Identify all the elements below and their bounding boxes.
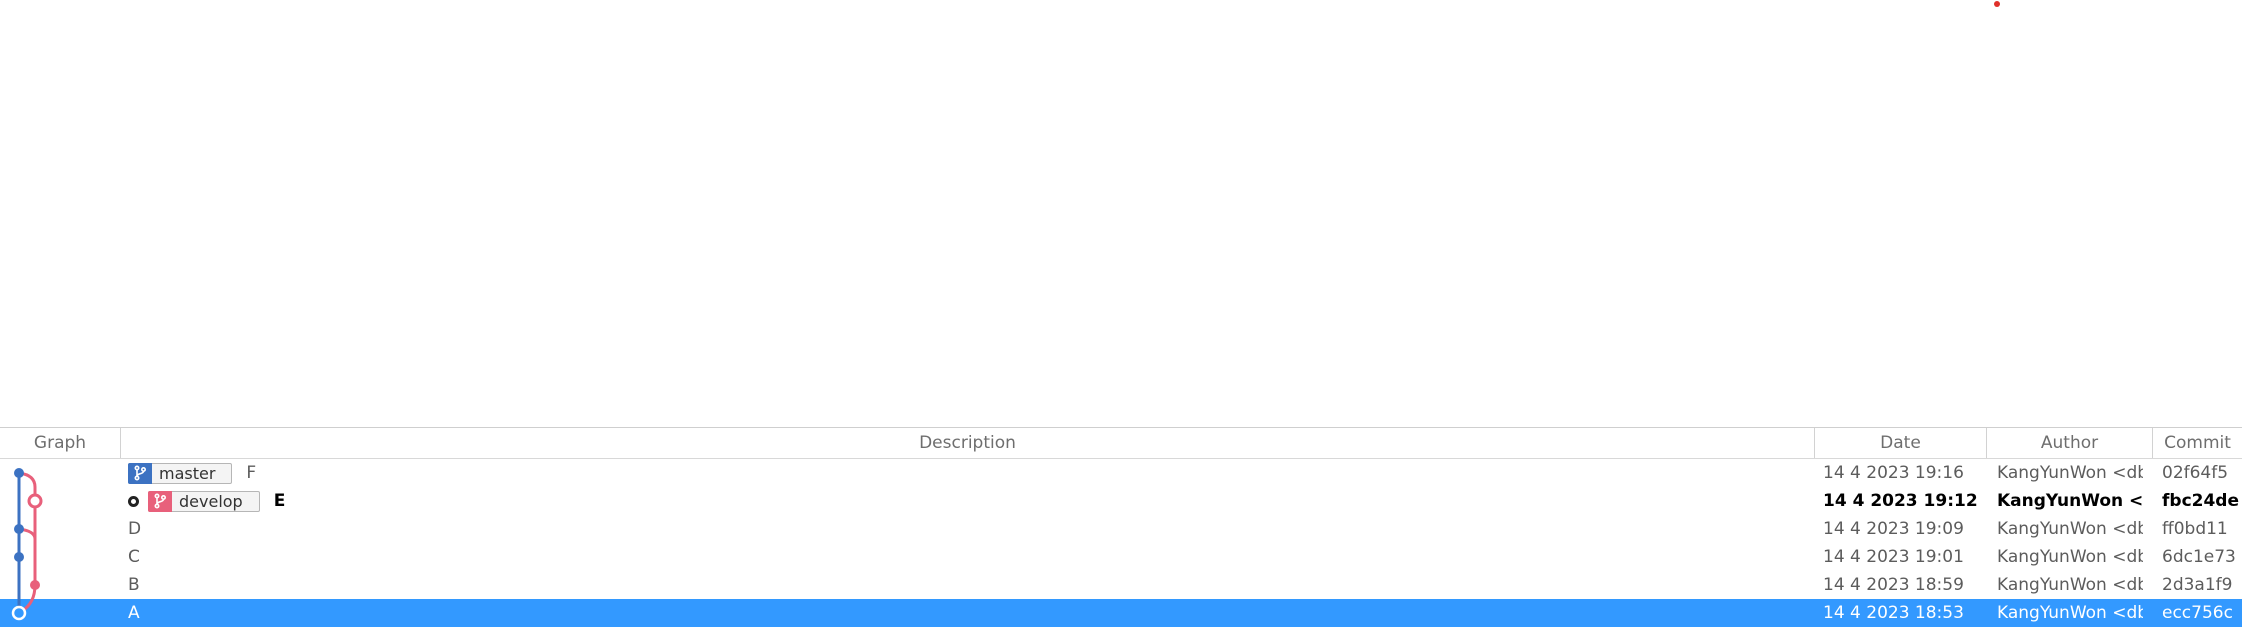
commit-subject: E — [273, 491, 286, 511]
commit-node-a[interactable] — [11, 605, 27, 621]
commit-subject: D — [128, 519, 142, 539]
commit-log-panel: Graph Description Date Author Commit mas… — [0, 427, 2242, 630]
column-header-date[interactable]: Date — [1815, 428, 1987, 458]
commit-node-b[interactable] — [30, 580, 40, 590]
commit-row[interactable]: develop E 14 4 2023 19:12 KangYunWon <d … — [0, 487, 2242, 515]
commit-hash: fbc24de — [2162, 491, 2239, 511]
description-cell: develop E — [128, 487, 1808, 515]
commit-node-d[interactable] — [14, 524, 24, 534]
commit-hash: ecc756c — [2162, 603, 2233, 623]
commit-author: KangYunWon <db — [1997, 575, 2143, 595]
branch-label-develop[interactable]: develop — [148, 490, 260, 512]
branch-icon — [128, 462, 152, 484]
commit-subject: A — [128, 603, 140, 623]
commit-author: KangYunWon <db — [1997, 519, 2143, 539]
description-cell: C — [128, 543, 1808, 571]
commit-node-c[interactable] — [14, 552, 24, 562]
commit-author: KangYunWon <db — [1997, 463, 2143, 483]
head-indicator-icon — [128, 495, 139, 507]
commit-date: 14 4 2023 18:53 — [1823, 603, 1964, 623]
commit-subject: F — [246, 463, 257, 483]
column-header-description[interactable]: Description — [121, 428, 1815, 458]
branch-icon — [148, 490, 172, 512]
commit-hash: 2d3a1f9 — [2162, 575, 2233, 595]
commit-subject: C — [128, 547, 140, 567]
commit-date: 14 4 2023 19:12 — [1823, 491, 1978, 511]
commit-graph — [11, 468, 43, 621]
commit-author: KangYunWon <d — [1997, 491, 2143, 511]
commit-hash: ff0bd11 — [2162, 519, 2228, 539]
commit-date: 14 4 2023 19:01 — [1823, 547, 1964, 567]
description-cell: A — [128, 599, 1808, 627]
commit-row[interactable]: C 14 4 2023 19:01 KangYunWon <db 6dc1e73 — [0, 543, 2242, 571]
commit-node-e[interactable] — [27, 493, 43, 509]
commit-node-f[interactable] — [14, 468, 24, 478]
commit-date: 14 4 2023 19:16 — [1823, 463, 1964, 483]
indicator-dot — [1994, 1, 2000, 7]
column-header-row: Graph Description Date Author Commit — [0, 428, 2242, 459]
commit-date: 14 4 2023 19:09 — [1823, 519, 1964, 539]
commit-hash: 02f64f5 — [2162, 463, 2229, 483]
commit-date: 14 4 2023 18:59 — [1823, 575, 1964, 595]
branch-label-master[interactable]: master — [128, 462, 233, 484]
column-header-author[interactable]: Author — [1987, 428, 2153, 458]
commit-row-selected[interactable]: A 14 4 2023 18:53 KangYunWon <db ecc756c — [0, 599, 2242, 627]
commit-row[interactable]: D 14 4 2023 19:09 KangYunWon <db ff0bd11 — [0, 515, 2242, 543]
branch-name: master — [159, 463, 216, 483]
column-header-commit[interactable]: Commit — [2153, 428, 2242, 458]
branch-name: develop — [179, 491, 243, 511]
commit-subject: B — [128, 575, 140, 595]
commit-hash: 6dc1e73 — [2162, 547, 2236, 567]
description-cell: B — [128, 571, 1808, 599]
commit-row[interactable]: B 14 4 2023 18:59 KangYunWon <db 2d3a1f9 — [0, 571, 2242, 599]
commit-author: KangYunWon <db — [1997, 603, 2143, 623]
column-header-graph[interactable]: Graph — [0, 428, 121, 458]
commit-author: KangYunWon <db — [1997, 547, 2143, 567]
description-cell: master F — [128, 459, 1808, 487]
commit-row[interactable]: master F 14 4 2023 19:16 KangYunWon <db … — [0, 459, 2242, 487]
diff-preview-area — [0, 0, 2242, 427]
description-cell: D — [128, 515, 1808, 543]
